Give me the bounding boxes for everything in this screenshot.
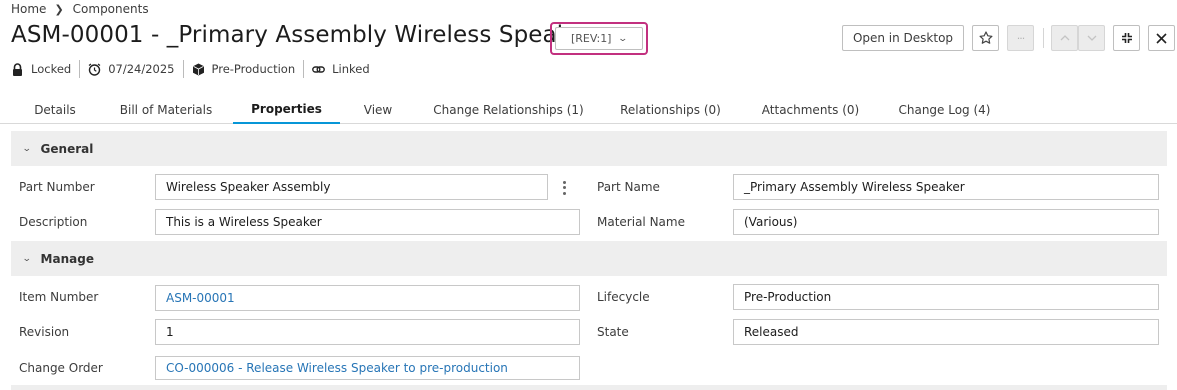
item-number-label: Item Number <box>19 290 99 304</box>
change-order-link[interactable]: CO-000006 - Release Wireless Speaker to … <box>155 356 580 380</box>
revision-highlight: [REV:1] ⌄ <box>550 22 648 55</box>
kebab-menu-icon[interactable] <box>558 180 570 196</box>
description-label: Description <box>19 215 88 229</box>
revision-dropdown[interactable]: [REV:1] ⌄ <box>555 27 643 50</box>
tab-properties[interactable]: Properties <box>233 96 340 124</box>
tab-change-log[interactable]: Change Log (4) <box>891 96 998 123</box>
more-icon: ··· <box>1016 31 1025 45</box>
star-icon <box>979 31 992 44</box>
section-divider <box>11 385 1167 390</box>
favorite-button[interactable] <box>972 25 999 51</box>
tab-relationships[interactable]: Relationships (0) <box>610 96 731 123</box>
lifecycle-field-label: Lifecycle <box>597 290 650 304</box>
previous-button[interactable] <box>1051 25 1078 51</box>
lifecycle-label: Pre-Production <box>211 62 296 76</box>
date-label: 07/24/2025 <box>108 62 175 76</box>
lock-icon <box>11 62 24 76</box>
status-bar: Locked 07/24/2025 Pre-Production Linked <box>11 60 378 78</box>
collapse-button[interactable] <box>1113 25 1140 51</box>
tab-bar: Details Bill of Materials Properties Vie… <box>0 96 1177 124</box>
section-manage[interactable]: ⌄ Manage <box>11 241 1167 276</box>
lifecycle-status: Pre-Production <box>182 60 304 78</box>
tab-attachments[interactable]: Attachments (0) <box>752 96 869 123</box>
toolbar-divider <box>1043 28 1044 48</box>
material-name-label: Material Name <box>597 215 685 229</box>
chevron-down-icon <box>1087 35 1096 41</box>
page-title: ASM-00001 - _Primary Assembly Wireless S… <box>11 22 594 48</box>
material-name-field[interactable]: (Various) <box>733 209 1159 235</box>
state-field[interactable]: Released <box>733 319 1159 345</box>
change-order-label: Change Order <box>19 361 103 375</box>
tab-view[interactable]: View <box>352 96 404 123</box>
revision-field-label: Revision <box>19 325 70 339</box>
part-name-label: Part Name <box>597 180 660 194</box>
collapse-icon <box>1121 33 1132 43</box>
link-status: Linked <box>303 60 378 78</box>
more-button[interactable]: ··· <box>1007 25 1034 51</box>
close-icon <box>1156 32 1167 44</box>
state-label: State <box>597 325 629 339</box>
tab-bill-of-materials[interactable]: Bill of Materials <box>110 96 222 123</box>
section-general-title: General <box>40 141 94 156</box>
part-number-label: Part Number <box>19 180 95 194</box>
alarm-clock-icon <box>88 63 101 76</box>
lock-status: Locked <box>11 60 79 78</box>
tab-change-relationships[interactable]: Change Relationships (1) <box>425 96 592 123</box>
lock-status-label: Locked <box>31 62 72 76</box>
lifecycle-field[interactable]: Pre-Production <box>733 284 1159 310</box>
next-button[interactable] <box>1078 25 1105 51</box>
section-manage-title: Manage <box>40 251 94 266</box>
breadcrumb: Home ❯ Components <box>11 1 149 17</box>
item-number-link[interactable]: ASM-00001 <box>155 285 580 311</box>
breadcrumb-home[interactable]: Home <box>11 2 46 16</box>
part-name-field[interactable]: _Primary Assembly Wireless Speaker <box>733 174 1159 200</box>
section-general[interactable]: ⌄ General <box>11 131 1167 166</box>
breadcrumb-current[interactable]: Components <box>73 2 149 16</box>
chevron-down-icon: ⌄ <box>617 33 629 44</box>
chevron-down-icon: ⌄ <box>21 253 32 264</box>
description-field[interactable]: This is a Wireless Speaker <box>155 209 580 235</box>
tab-details[interactable]: Details <box>20 96 90 123</box>
revision-field[interactable]: 1 <box>155 319 580 345</box>
cube-icon <box>192 63 205 76</box>
link-icon <box>312 63 326 76</box>
chevron-down-icon: ⌄ <box>21 143 32 154</box>
date-status: 07/24/2025 <box>79 60 182 78</box>
link-status-label: Linked <box>332 62 370 76</box>
chevron-right-icon: ❯ <box>54 2 64 16</box>
part-number-field[interactable]: Wireless Speaker Assembly <box>155 174 548 200</box>
close-button[interactable] <box>1148 25 1175 51</box>
revision-label: [REV:1] <box>570 32 612 45</box>
chevron-up-icon <box>1060 35 1069 41</box>
open-in-desktop-button[interactable]: Open in Desktop <box>842 25 964 51</box>
